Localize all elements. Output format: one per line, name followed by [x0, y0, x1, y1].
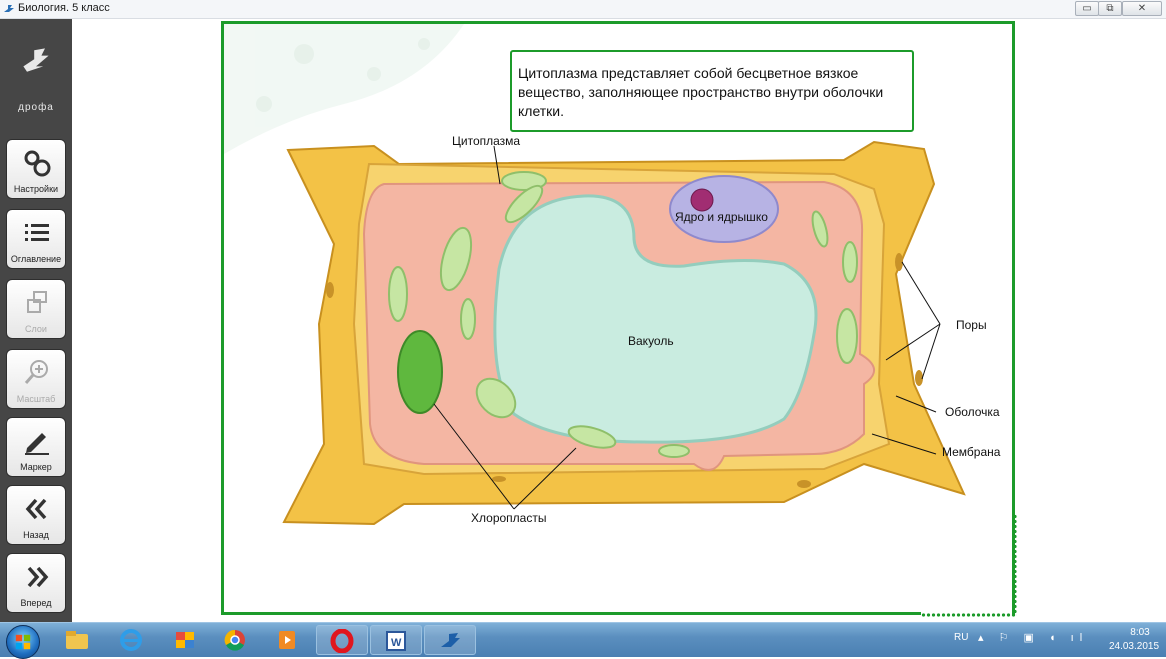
window-title-bar: Биология. 5 класс ▭ ⧉ ✕ — [0, 0, 1166, 19]
contents-button[interactable]: Оглавление — [6, 209, 66, 269]
taskbar: W RU ▴ ⚐ ▣ ◖ ıl 8:03 24.03.2015 — [0, 622, 1166, 659]
zoom-icon — [24, 360, 48, 384]
back-button[interactable]: Назад — [6, 485, 66, 545]
back-label: Назад — [23, 530, 49, 540]
sidebar: дрофа Настройки Оглавление Слои Масштаб — [0, 19, 72, 622]
dotted-corner-vertical — [1013, 514, 1017, 614]
list-icon — [25, 224, 49, 241]
pen-icon — [25, 433, 49, 455]
minimize-icon: ▭ — [1082, 3, 1092, 14]
forward-button[interactable]: Вперед — [6, 553, 66, 613]
double-left-icon — [25, 498, 47, 520]
contents-label: Оглавление — [10, 254, 62, 264]
settings-label: Настройки — [13, 184, 59, 194]
layers-button[interactable]: Слои — [6, 279, 66, 339]
minimize-button[interactable]: ▭ — [1075, 1, 1099, 16]
word-icon: W — [386, 631, 406, 651]
label-nucleus: Ядро и ядрышко — [675, 210, 768, 224]
label-wall: Оболочка — [945, 405, 1000, 419]
background-texture — [224, 24, 464, 154]
dotted-corner-horizontal — [921, 613, 1017, 617]
taskbar-ie[interactable] — [106, 625, 158, 655]
taskbar-paint[interactable] — [160, 625, 212, 655]
restore-icon: ⧉ — [1106, 3, 1114, 14]
logo-text: дрофа — [18, 102, 54, 113]
marker-button[interactable]: Маркер — [6, 417, 66, 477]
drofa-bird-icon — [23, 48, 49, 72]
opera-icon — [330, 629, 354, 653]
system-tray: RU ▴ ⚐ ▣ ◖ ıl 8:03 24.03.2015 — [946, 623, 1166, 657]
clock-time[interactable]: 8:03 — [1116, 627, 1164, 638]
label-vacuole: Вакуоль — [628, 334, 674, 348]
label-chloroplasts: Хлоропласты — [471, 511, 547, 525]
taskbar-chrome[interactable] — [210, 625, 262, 655]
clock-date[interactable]: 24.03.2015 — [1104, 641, 1164, 652]
double-right-icon — [27, 566, 49, 588]
callout-text: Цитоплазма представляет собой бесцветное… — [518, 65, 884, 119]
drofa-icon — [441, 633, 460, 647]
label-membrane: Мембрана — [942, 445, 1001, 459]
media-icon — [279, 631, 295, 649]
nucleus — [669, 175, 779, 243]
taskbar-explorer[interactable] — [52, 625, 104, 655]
label-pores: Поры — [956, 318, 987, 332]
window-title: Биология. 5 класс — [18, 2, 110, 14]
taskbar-word[interactable]: W — [370, 625, 422, 655]
forward-label: Вперед — [20, 598, 52, 608]
chrome-icon — [224, 629, 245, 651]
zoom-button[interactable]: Масштаб — [6, 349, 66, 409]
label-cytoplasm: Цитоплазма — [452, 134, 521, 148]
gears-icon — [24, 150, 51, 177]
app-logo-icon — [4, 5, 14, 12]
taskbar-drofa[interactable] — [424, 625, 476, 655]
settings-button[interactable]: Настройки — [6, 139, 66, 199]
drofa-logo: дрофа — [0, 39, 72, 117]
nucleolus — [690, 188, 714, 212]
marker-label: Маркер — [20, 462, 52, 472]
windows-start-icon — [15, 634, 31, 650]
windows-start-button[interactable] — [6, 625, 40, 659]
explorer-icon — [66, 631, 88, 649]
ie-icon — [120, 629, 142, 651]
close-icon: ✕ — [1137, 3, 1147, 14]
taskbar-media[interactable] — [262, 625, 314, 655]
close-button[interactable]: ✕ — [1122, 1, 1162, 16]
info-callout: Цитоплазма представляет собой бесцветное… — [510, 50, 914, 132]
zoom-label: Масштаб — [16, 394, 56, 404]
layers-icon — [27, 291, 47, 313]
svg-text:W: W — [391, 637, 402, 649]
paint-icon — [176, 632, 194, 648]
tray-icons[interactable]: ▴ ⚐ ▣ ◖ ıl — [978, 631, 1088, 644]
layers-label: Слои — [25, 324, 47, 334]
taskbar-opera[interactable] — [316, 625, 368, 655]
restore-button[interactable]: ⧉ — [1098, 1, 1122, 16]
language-indicator[interactable]: RU — [954, 632, 968, 643]
frame-bottom-border — [221, 612, 921, 615]
